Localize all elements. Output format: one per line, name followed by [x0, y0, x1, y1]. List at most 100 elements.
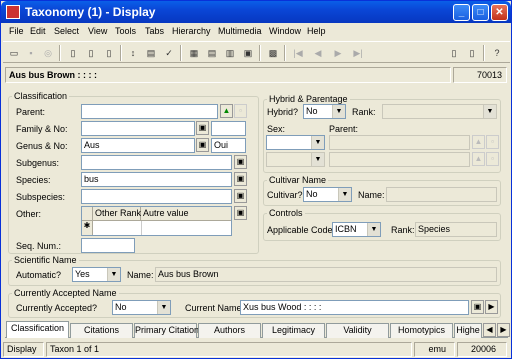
- search-icon[interactable]: ◎: [40, 45, 56, 61]
- previous-record-icon[interactable]: ◀: [310, 45, 326, 61]
- menu-hierarchy[interactable]: Hierarchy: [172, 26, 211, 36]
- list-view-icon[interactable]: ▤: [204, 45, 220, 61]
- report-icon[interactable]: ▤: [143, 45, 159, 61]
- detail-view-icon[interactable]: ▩: [265, 45, 281, 61]
- spellcheck-icon[interactable]: ✓: [161, 45, 177, 61]
- currently-accepted-label: Currently Accepted?: [16, 303, 98, 313]
- tab-authors[interactable]: Authors: [198, 323, 261, 338]
- chevron-down-icon: ▼: [311, 153, 324, 166]
- save-icon[interactable]: ▪: [23, 45, 39, 61]
- genus-lookup-icon[interactable]: ▣: [196, 138, 209, 152]
- status-position: Taxon 1 of 1: [46, 342, 412, 357]
- subspecies-label: Subspecies:: [16, 192, 66, 202]
- attach-parent-1-icon[interactable]: ▲: [472, 135, 485, 149]
- subgenus-lookup-icon[interactable]: ▣: [234, 155, 247, 169]
- seq-label: Seq. Num.:: [16, 241, 62, 251]
- sex-select-2[interactable]: ▼: [266, 152, 325, 167]
- cultivar-name-input[interactable]: [386, 187, 497, 202]
- hybrid-title: Hybrid & Parentage: [267, 94, 350, 104]
- automatic-select[interactable]: Yes ▼: [72, 267, 121, 282]
- other-value-header[interactable]: Autre value: [141, 207, 231, 221]
- next-record-icon[interactable]: ▶: [330, 45, 346, 61]
- current-name-attach-icon[interactable]: ▶: [485, 300, 498, 314]
- code-select[interactable]: ICBN ▼: [332, 222, 381, 237]
- parent-input[interactable]: [81, 104, 218, 119]
- chevron-down-icon: ▼: [483, 105, 496, 118]
- menu-tabs[interactable]: Tabs: [145, 26, 164, 36]
- seq-input[interactable]: [81, 238, 135, 253]
- attach-parent-icon[interactable]: ▲: [220, 104, 233, 118]
- close-button[interactable]: ✕: [491, 4, 508, 21]
- clear-parent-2-icon[interactable]: ▫: [486, 152, 499, 166]
- menu-edit[interactable]: Edit: [30, 26, 46, 36]
- tab-primary-citation[interactable]: Primary Citation: [134, 323, 199, 338]
- species-lookup-icon[interactable]: ▣: [234, 172, 247, 186]
- code-label: Applicable Code:: [267, 225, 336, 235]
- family-number-input[interactable]: [211, 121, 246, 136]
- hybrid-select[interactable]: No ▼: [303, 104, 346, 119]
- display-view-icon[interactable]: ▦: [186, 45, 202, 61]
- genus-number-input[interactable]: Oui: [211, 138, 246, 153]
- sex-label: Sex:: [267, 124, 286, 134]
- family-lookup-icon[interactable]: ▣: [196, 121, 209, 135]
- menu-help[interactable]: Help: [307, 26, 326, 36]
- chevron-down-icon: ▼: [157, 301, 170, 314]
- subspecies-lookup-icon[interactable]: ▣: [234, 189, 247, 203]
- species-input[interactable]: bus: [81, 172, 232, 187]
- new-record-icon[interactable]: ▯: [65, 45, 81, 61]
- subgenus-input[interactable]: [81, 155, 232, 170]
- genus-input[interactable]: Aus: [81, 138, 195, 153]
- controls-rank-label: Rank:: [391, 225, 415, 235]
- menu-window[interactable]: Window: [269, 26, 301, 36]
- rank-select[interactable]: ▼: [382, 104, 497, 119]
- page-view-icon[interactable]: ▥: [222, 45, 238, 61]
- parent-input-1[interactable]: [329, 135, 470, 150]
- other-rank-grid[interactable]: Other Rank Autre value ✱: [81, 206, 232, 236]
- family-input[interactable]: [81, 121, 195, 136]
- minimize-button[interactable]: _: [453, 4, 470, 21]
- last-record-icon[interactable]: ▶|: [350, 45, 366, 61]
- sex-select-1[interactable]: ▼: [266, 135, 325, 150]
- current-name-input[interactable]: Xus bus Wood : : : :: [240, 300, 469, 315]
- tab-scroll-right-icon[interactable]: ▶: [497, 323, 510, 337]
- tab-validity[interactable]: Validity: [326, 323, 389, 338]
- attach-parent-2-icon[interactable]: ▲: [472, 152, 485, 166]
- title-bar[interactable]: Taxonomy (1) - Display _ □ ✕: [1, 1, 511, 23]
- detach-icon[interactable]: ▯: [464, 45, 480, 61]
- clear-parent-icon[interactable]: ▫: [234, 104, 247, 118]
- species-label: Species:: [16, 175, 51, 185]
- current-name-lookup-icon[interactable]: ▣: [471, 300, 484, 314]
- sort-icon[interactable]: ↕: [125, 45, 141, 61]
- subspecies-input[interactable]: [81, 189, 232, 204]
- tab-classification[interactable]: Classification: [6, 321, 69, 338]
- new-icon[interactable]: ▭: [6, 45, 22, 61]
- other-rank-header[interactable]: Other Rank: [93, 207, 141, 221]
- tab-legitimacy[interactable]: Legitimacy: [262, 323, 325, 338]
- copy-record-icon[interactable]: ▯: [83, 45, 99, 61]
- clear-parent-1-icon[interactable]: ▫: [486, 135, 499, 149]
- tab-higher[interactable]: Highe: [454, 323, 482, 338]
- menu-select[interactable]: Select: [54, 26, 79, 36]
- menu-view[interactable]: View: [88, 26, 107, 36]
- chevron-down-icon: ▼: [338, 188, 351, 201]
- first-record-icon[interactable]: |◀: [290, 45, 306, 61]
- delete-record-icon[interactable]: ▯: [101, 45, 117, 61]
- chevron-down-icon: ▼: [311, 136, 324, 149]
- currently-accepted-select[interactable]: No ▼: [112, 300, 171, 315]
- subgenus-label: Subgenus:: [16, 158, 60, 168]
- menu-multimedia[interactable]: Multimedia: [218, 26, 262, 36]
- tab-citations[interactable]: Citations: [70, 323, 133, 338]
- menu-file[interactable]: File: [9, 26, 24, 36]
- attach-icon[interactable]: ▯: [446, 45, 462, 61]
- tab-homotypics[interactable]: Homotypics: [390, 323, 453, 338]
- help-icon[interactable]: ?: [489, 45, 505, 61]
- menu-tools[interactable]: Tools: [115, 26, 136, 36]
- contact-view-icon[interactable]: ▣: [240, 45, 256, 61]
- tab-scroll-left-icon[interactable]: ◀: [483, 323, 496, 337]
- maximize-button[interactable]: □: [472, 4, 489, 21]
- other-lookup-icon[interactable]: ▣: [234, 206, 247, 220]
- chevron-down-icon: ▼: [107, 268, 120, 281]
- hybrid-label: Hybrid?: [267, 107, 299, 117]
- parent-input-2[interactable]: [329, 152, 470, 167]
- cultivar-select[interactable]: No ▼: [303, 187, 352, 202]
